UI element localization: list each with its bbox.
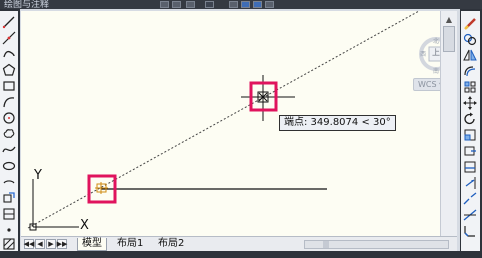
- tab-layout1[interactable]: 布局1: [113, 238, 147, 250]
- mirror-icon[interactable]: [462, 47, 478, 62]
- scroll-up-icon[interactable]: ▲: [443, 13, 455, 25]
- revision-cloud-icon[interactable]: [1, 126, 17, 141]
- svg-text:南: 南: [433, 67, 439, 75]
- first-tab-icon[interactable]: ◀◀: [24, 239, 34, 249]
- join-icon[interactable]: [462, 207, 478, 222]
- copy-icon[interactable]: [462, 31, 478, 46]
- next-tab-icon[interactable]: ▶: [46, 239, 56, 249]
- ellipse-icon[interactable]: [1, 158, 17, 173]
- tab-label: 模型: [82, 238, 102, 249]
- drawing-canvas[interactable]: Y X 西 东 北 南 上 WCS ▾ 端点: [21, 11, 456, 236]
- ellipse-arc-icon[interactable]: [1, 174, 17, 189]
- svg-text:西: 西: [420, 51, 426, 58]
- snap-tooltip: 端点: 349.8074 < 30°: [279, 115, 396, 131]
- spline-icon[interactable]: [1, 142, 17, 157]
- snap-tooltip-text: 端点: 349.8074 < 30°: [284, 117, 391, 128]
- move-icon[interactable]: [462, 95, 478, 110]
- scale-icon[interactable]: [462, 127, 478, 142]
- arc-icon[interactable]: [1, 94, 17, 109]
- stretch-icon[interactable]: [462, 143, 478, 158]
- rotate-icon[interactable]: [462, 111, 478, 126]
- vertical-scrollbar[interactable]: ▲: [440, 11, 457, 236]
- quick-access-button[interactable]: [229, 1, 238, 8]
- quick-access-button[interactable]: [265, 1, 274, 8]
- chamfer-icon[interactable]: [462, 223, 478, 238]
- previous-tab-icon[interactable]: ◀: [35, 239, 45, 249]
- horizontal-scrollbar[interactable]: [304, 240, 449, 249]
- line-icon[interactable]: [1, 14, 17, 29]
- draw-toolbar: [0, 11, 18, 251]
- trim-icon[interactable]: [462, 159, 478, 174]
- ucs-x-label: X: [80, 218, 89, 233]
- tab-model[interactable]: 模型: [77, 238, 107, 251]
- horizontal-scroll-thumb[interactable]: [323, 241, 329, 248]
- extend-icon[interactable]: [462, 175, 478, 190]
- svg-text:北: 北: [433, 37, 439, 45]
- tab-label: 布局2: [158, 238, 185, 249]
- break-icon[interactable]: [462, 191, 478, 206]
- insert-block-icon[interactable]: [1, 190, 17, 205]
- tab-label: 布局1: [117, 238, 144, 249]
- window-frame-bottom: [0, 251, 482, 258]
- viewcube-face-label[interactable]: 上: [432, 47, 440, 58]
- scroll-thumb[interactable]: [443, 26, 455, 52]
- quick-access-button[interactable]: [253, 1, 262, 8]
- quick-access-button[interactable]: [205, 1, 214, 8]
- quick-access-button[interactable]: [160, 1, 169, 8]
- erase-icon[interactable]: [462, 15, 478, 30]
- polygon-icon[interactable]: [1, 62, 17, 77]
- modify-toolbar: [461, 11, 480, 251]
- make-block-icon[interactable]: [1, 206, 17, 221]
- array-icon[interactable]: [462, 79, 478, 94]
- offset-icon[interactable]: [462, 63, 478, 78]
- point-icon[interactable]: [1, 222, 17, 237]
- last-tab-icon[interactable]: ▶▶: [57, 239, 67, 249]
- layout-tab-bar: ◀◀ ◀ ▶ ▶▶ 模型 布局1 布局2: [21, 236, 457, 251]
- title-bar: 绘图与注释: [0, 0, 482, 10]
- construction-line-icon[interactable]: [1, 30, 17, 45]
- rectangle-icon[interactable]: [1, 78, 17, 93]
- start-point-marker: [95, 182, 108, 194]
- polyline-icon[interactable]: [1, 46, 17, 61]
- quick-access-button[interactable]: [186, 1, 195, 8]
- circle-icon[interactable]: [1, 110, 17, 125]
- tab-layout2[interactable]: 布局2: [154, 238, 188, 250]
- ucs-y-label: Y: [33, 168, 42, 183]
- hatch-icon[interactable]: [1, 236, 17, 251]
- quick-access-button[interactable]: [241, 1, 250, 8]
- quick-access-button[interactable]: [172, 1, 181, 8]
